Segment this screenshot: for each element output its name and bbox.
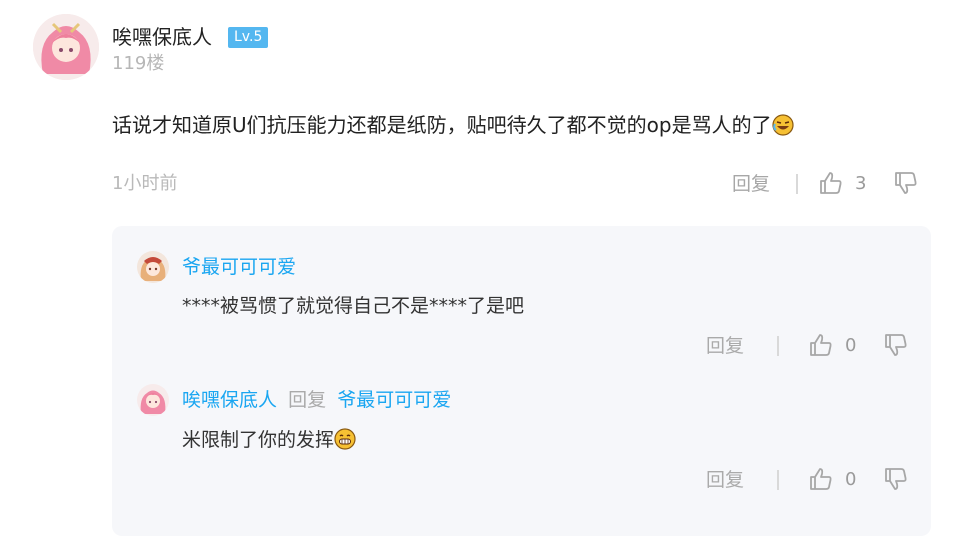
grin-emoji	[334, 428, 356, 450]
level-badge: Lv.5	[228, 27, 269, 48]
like-count: 3	[855, 173, 867, 194]
reply-username[interactable]: 爷最可可可爱	[182, 254, 296, 280]
like-count: 0	[845, 335, 857, 356]
comment-text: 话说才知道原U们抗压能力还都是纸防，贴吧待久了都不觉的op是骂人的了	[112, 111, 794, 139]
reply-word: 回复	[288, 389, 327, 411]
thumb-down-icon[interactable]	[883, 466, 909, 492]
thumb-down-icon[interactable]	[883, 332, 909, 358]
reply-button[interactable]: 回复	[706, 333, 744, 359]
avatar[interactable]	[137, 251, 169, 283]
action-divider	[777, 470, 779, 490]
like-count: 0	[845, 469, 857, 490]
thumb-up-icon[interactable]	[808, 332, 834, 358]
comment-text-body: 话说才知道原U们抗压能力还都是纸防，贴吧待久了都不觉的op是骂人的了	[112, 113, 772, 137]
action-divider	[796, 174, 798, 194]
reply-username[interactable]: 唉嘿保底人	[182, 389, 277, 411]
avatar[interactable]	[33, 14, 99, 80]
thumb-down-icon[interactable]	[893, 170, 919, 196]
avatar[interactable]	[137, 384, 169, 416]
laugh-cry-emoji	[771, 114, 794, 136]
reply-button[interactable]: 回复	[706, 467, 744, 493]
action-divider	[777, 336, 779, 356]
thumb-up-icon[interactable]	[808, 466, 834, 492]
reply-header: 唉嘿保底人 回复 爷最可可可爱	[182, 387, 451, 413]
reply-target-username[interactable]: 爷最可可可爱	[337, 389, 451, 411]
reply-text: 米限制了你的发挥	[182, 427, 356, 453]
floor-number: 119楼	[112, 53, 165, 74]
comment-time: 1小时前	[112, 173, 178, 194]
reply-button[interactable]: 回复	[732, 171, 770, 197]
reply-text: ****被骂惯了就觉得自己不是****了是吧	[182, 295, 525, 317]
thumb-up-icon[interactable]	[818, 170, 844, 196]
reply-text-body: 米限制了你的发挥	[182, 429, 335, 451]
username[interactable]: 唉嘿保底人	[112, 24, 212, 50]
